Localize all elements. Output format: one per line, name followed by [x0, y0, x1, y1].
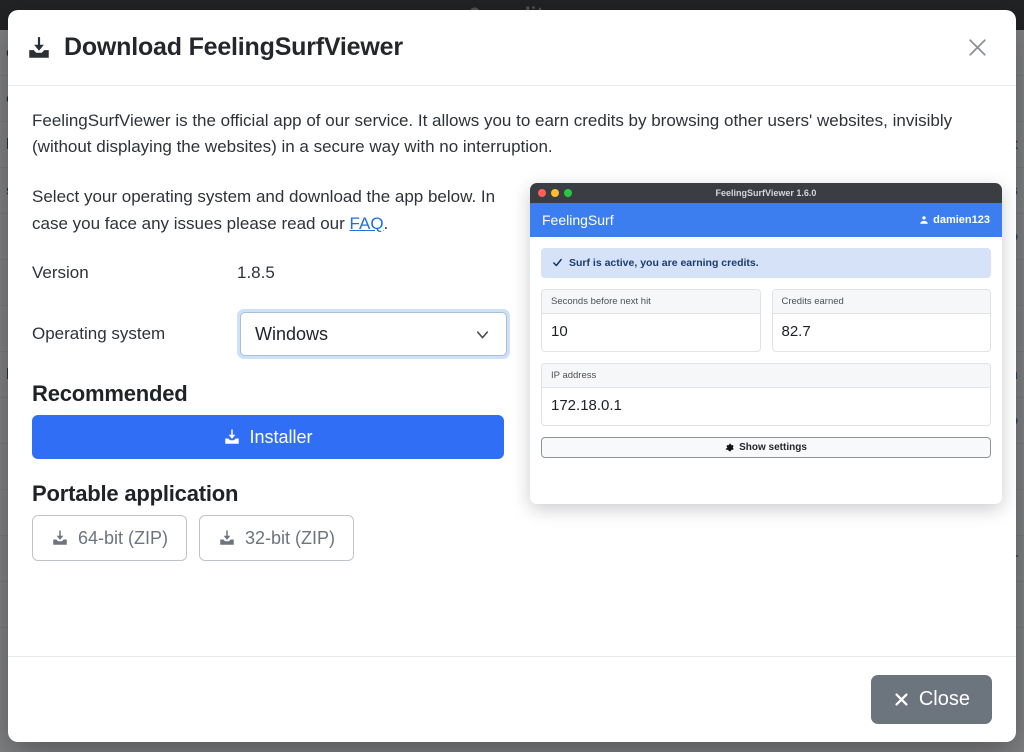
app-preview-username: damien123 — [933, 213, 990, 226]
app-preview-stat-card: IP address 172.18.0.1 — [541, 362, 991, 426]
modal-header: Download FeelingSurfViewer — [8, 10, 1016, 86]
app-preview-screenshot: FeelingSurfViewer 1.6.0 FeelingSurf dami… — [530, 182, 1002, 504]
portable-application-heading: Portable application — [32, 481, 239, 507]
select-help-suffix: . — [383, 213, 389, 233]
close-button[interactable]: Close — [870, 675, 992, 724]
close-icon[interactable] — [960, 31, 994, 65]
chevron-down-icon — [473, 325, 492, 344]
download-icon — [51, 529, 69, 547]
app-preview-stat-row: Seconds before next hit 10 Credits earne… — [541, 288, 991, 352]
version-row: Version 1.8.5 — [32, 263, 512, 283]
download-icon — [218, 529, 236, 547]
app-preview-ip-row: IP address 172.18.0.1 — [541, 362, 991, 426]
operating-system-row: Operating system Windows — [32, 309, 512, 360]
download-64bit-zip-button[interactable]: 64-bit (ZIP) — [32, 515, 188, 562]
app-preview-user: damien123 — [919, 214, 990, 226]
os-select-focus-ring: Windows — [237, 309, 510, 360]
recommended-heading: Recommended — [32, 381, 188, 407]
portable-buttons-group: 64-bit (ZIP) 32-bit (ZIP) — [32, 515, 512, 562]
download-icon — [26, 35, 52, 61]
app-preview-show-settings-button[interactable]: Show settings — [541, 436, 991, 458]
os-select-value: Windows — [255, 323, 329, 344]
download-modal: Download FeelingSurfViewer FeelingSurfVi… — [8, 10, 1016, 742]
installer-download-button[interactable]: Installer — [32, 415, 504, 460]
page-title: Download FeelingSurfViewer — [26, 33, 403, 62]
app-preview-footer — [530, 457, 1002, 504]
app-preview-stat-label: Credits earned — [772, 289, 990, 314]
os-select[interactable]: Windows — [240, 312, 507, 357]
download-64bit-zip-label: 64-bit (ZIP) — [78, 527, 169, 548]
app-preview-stat-value: 82.7 — [781, 322, 811, 340]
download-icon — [223, 428, 241, 446]
close-button-label: Close — [918, 688, 970, 710]
right-column: FeelingSurfViewer 1.6.0 FeelingSurf dami… — [530, 182, 1002, 561]
check-icon — [552, 257, 563, 268]
gear-icon — [725, 443, 734, 452]
app-preview-show-settings-label: Show settings — [739, 441, 807, 453]
operating-system-label: Operating system — [32, 324, 166, 344]
modal-footer: Close — [8, 656, 1016, 742]
app-preview-alert-text: Surf is active, you are earning credits. — [569, 256, 759, 269]
modal-title-text: Download FeelingSurfViewer — [64, 33, 403, 61]
app-preview-brand: FeelingSurf — [542, 211, 614, 228]
left-column: Select your operating system and downloa… — [32, 183, 512, 562]
select-help-paragraph: Select your operating system and downloa… — [32, 183, 502, 237]
select-help-prefix: Select your operating system and downloa… — [32, 186, 496, 233]
content-columns: Select your operating system and downloa… — [32, 182, 1002, 562]
app-preview-stat-value: 10 — [551, 322, 568, 340]
app-preview-stat-value: 172.18.0.1 — [551, 396, 622, 414]
download-32bit-zip-label: 32-bit (ZIP) — [245, 527, 336, 548]
app-preview-stat-card: Seconds before next hit 10 — [541, 288, 761, 352]
app-preview-titlebar: FeelingSurfViewer 1.6.0 — [530, 182, 1002, 203]
user-icon — [919, 215, 929, 225]
app-preview-stat-card: Credits earned 82.7 — [771, 288, 991, 352]
app-preview-stat-label: Seconds before next hit — [542, 289, 760, 314]
download-32bit-zip-button[interactable]: 32-bit (ZIP) — [199, 515, 355, 562]
app-preview-content: Surf is active, you are earning credits.… — [530, 236, 1002, 458]
modal-body: FeelingSurfViewer is the official app of… — [8, 86, 1016, 656]
app-preview-window-title: FeelingSurfViewer 1.6.0 — [715, 187, 817, 198]
close-x-icon — [893, 691, 910, 708]
app-preview-status-alert: Surf is active, you are earning credits. — [541, 247, 991, 278]
version-label: Version — [32, 263, 89, 283]
installer-button-label: Installer — [249, 426, 313, 447]
version-value: 1.8.5 — [237, 263, 275, 283]
faq-link[interactable]: FAQ — [350, 214, 384, 233]
app-preview-navbar: FeelingSurf damien123 — [530, 202, 1002, 237]
app-preview-stat-label: IP address — [542, 363, 990, 388]
intro-paragraph: FeelingSurfViewer is the official app of… — [32, 111, 953, 157]
